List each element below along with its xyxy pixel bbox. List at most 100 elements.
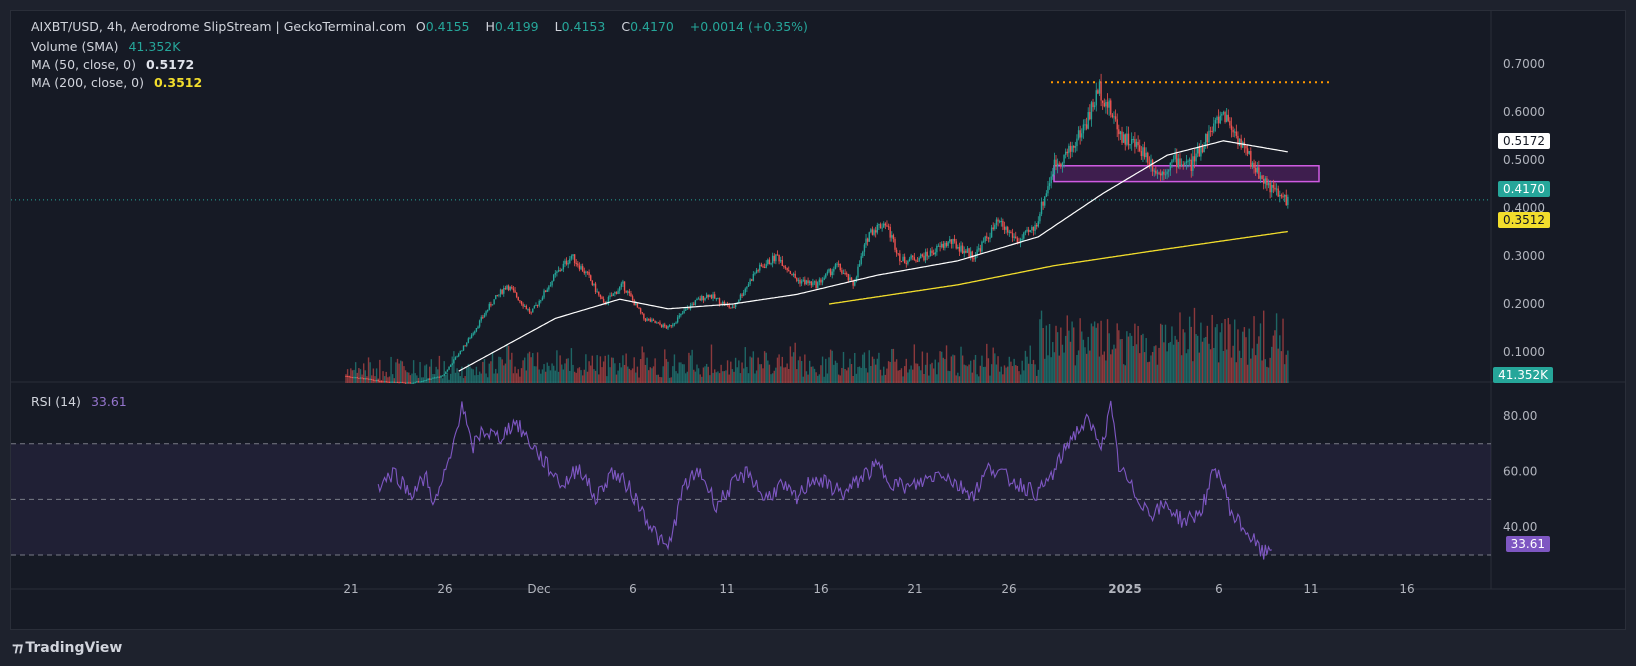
candle-body <box>712 294 714 299</box>
candle-body <box>936 246 938 253</box>
volume-bar <box>1269 357 1271 383</box>
volume-bar <box>524 357 526 383</box>
volume-bar <box>424 365 426 383</box>
candle-body <box>1050 176 1052 184</box>
candle-body <box>635 303 637 306</box>
candle-body <box>610 295 613 297</box>
candle-body <box>612 293 614 296</box>
candle-body <box>491 304 494 306</box>
volume-bar <box>833 364 835 383</box>
candle-body <box>527 308 529 310</box>
volume-bar <box>1264 359 1267 383</box>
volume-bar <box>1010 361 1012 383</box>
candle-body <box>478 320 481 327</box>
chart-canvas[interactable]: 0.70000.60000.50000.40000.30000.20000.10… <box>11 11 1625 629</box>
candle-body <box>912 255 914 258</box>
candle-body <box>477 326 479 328</box>
volume-bar <box>490 361 492 383</box>
candle-body <box>826 271 829 274</box>
volume-bar <box>673 354 676 383</box>
candle-body <box>1213 123 1215 132</box>
candle-body <box>1055 159 1057 167</box>
volume-bar <box>739 373 742 383</box>
volume-bar <box>1283 364 1286 383</box>
candle-body <box>1203 146 1205 153</box>
candle-body <box>1187 160 1189 162</box>
candle-body <box>952 238 954 244</box>
candle-body <box>593 283 595 285</box>
volume-bar <box>992 347 994 383</box>
candle-body <box>1044 196 1046 206</box>
rsi-legend[interactable]: RSI (14) 33.61 <box>31 394 133 409</box>
volume-bar <box>590 365 592 383</box>
volume-bar <box>815 372 817 383</box>
candle-body <box>765 264 767 268</box>
volume-bar <box>598 374 600 383</box>
candle-body <box>1200 146 1202 157</box>
volume-bar <box>549 370 552 383</box>
volume-bar <box>694 371 697 383</box>
candle-body <box>902 256 904 262</box>
volume-bar <box>783 367 785 383</box>
candle-body <box>614 291 616 294</box>
volume-bar <box>1047 355 1049 383</box>
volume-bar <box>453 351 455 383</box>
candle-body <box>763 266 766 268</box>
volume-bar <box>404 370 407 383</box>
volume-bar <box>953 355 956 383</box>
volume-bar <box>952 354 954 383</box>
candle-body <box>1283 194 1286 197</box>
volume-bar <box>788 368 790 383</box>
volume-bar <box>868 350 870 383</box>
volume-bar <box>1137 325 1139 383</box>
volume-bar <box>747 373 750 383</box>
volume-bar <box>678 362 680 383</box>
candle-body <box>668 325 671 327</box>
candle-body <box>1232 129 1234 133</box>
volume-bar <box>1102 354 1104 383</box>
volume-bar <box>1267 367 1270 383</box>
candle-body <box>815 281 817 289</box>
volume-bar <box>1285 354 1287 383</box>
volume-bar <box>1045 325 1048 383</box>
volume-bar <box>657 374 660 383</box>
volume-bar <box>422 377 424 383</box>
volume-legend[interactable]: Volume (SMA) 41.352K <box>31 39 186 54</box>
candle-body <box>694 300 697 305</box>
ma200-legend[interactable]: MA (200, close, 0) 0.3512 <box>31 75 208 90</box>
candle-body <box>1188 159 1191 161</box>
volume-bar <box>387 377 389 383</box>
candle-body <box>895 249 898 254</box>
volume-bar <box>464 376 466 383</box>
volume-bar <box>412 360 415 383</box>
candle-body <box>1169 162 1172 171</box>
volume-bar <box>1114 348 1117 383</box>
ma50-value: 0.5172 <box>146 57 195 72</box>
candle-body <box>884 223 887 226</box>
tradingview-logo-text: TradingView <box>25 640 123 656</box>
volume-bar <box>862 354 864 383</box>
tradingview-logo[interactable]: ⁊⁊ TradingView <box>12 640 122 656</box>
volume-bar <box>921 351 924 383</box>
volume-bar <box>1073 327 1075 383</box>
volume-bar <box>1148 361 1151 383</box>
volume-bar <box>974 354 977 383</box>
volume-bar <box>796 369 798 383</box>
volume-bar <box>994 353 996 383</box>
candle-body <box>525 305 528 310</box>
candle-body <box>941 243 943 247</box>
candle-body <box>755 270 758 274</box>
volume-bar <box>440 376 442 383</box>
candle-body <box>1105 101 1107 107</box>
candle-body <box>482 317 484 319</box>
symbol-title: AIXBT/USD, 4h, Aerodrome SlipStream | Ge… <box>31 19 406 34</box>
candle-body <box>520 301 523 305</box>
candle-body <box>739 294 742 301</box>
candle-body <box>1151 159 1154 172</box>
candle-body <box>551 280 553 286</box>
candle-body <box>1118 129 1120 135</box>
volume-bar <box>456 368 458 383</box>
volume-bar <box>1042 327 1044 383</box>
candle-body <box>891 235 893 238</box>
ma50-legend[interactable]: MA (50, close, 0) 0.5172 <box>31 57 200 72</box>
